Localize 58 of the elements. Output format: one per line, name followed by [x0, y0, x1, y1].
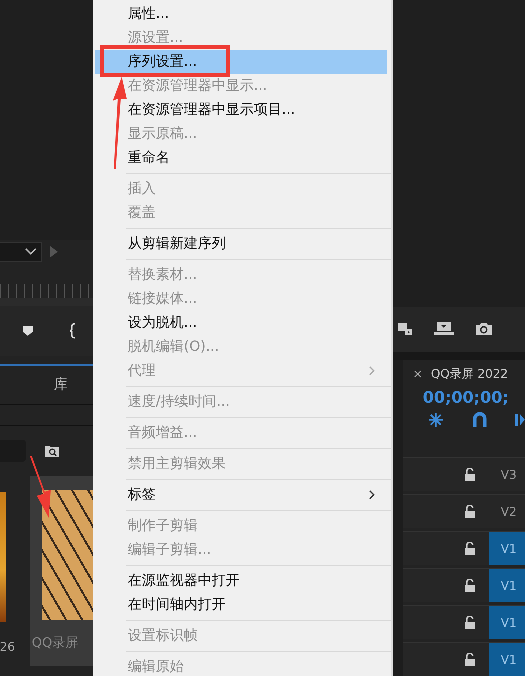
track-target[interactable]: V1 [489, 643, 525, 676]
dropdown[interactable] [0, 242, 42, 262]
menu-item[interactable]: 标签 [93, 483, 391, 507]
clip-tile[interactable]: QQ录屏 [30, 476, 93, 666]
menu-item[interactable]: 在源监视器中打开 [93, 569, 391, 593]
track-target[interactable]: V1 [489, 532, 525, 565]
menu-item[interactable]: 代理 [93, 359, 391, 383]
folder-search-icon[interactable] [44, 444, 60, 458]
menu-item[interactable]: 在资源管理器中显示项目... [93, 98, 391, 122]
lock-open-icon[interactable] [465, 505, 475, 518]
menu-item[interactable]: 序列设置... [95, 50, 387, 74]
lock-open-icon[interactable] [465, 653, 475, 666]
track-target[interactable]: V1 [489, 569, 525, 602]
arrow-icon [113, 77, 127, 169]
marker-icon[interactable] [22, 325, 34, 337]
menu-item[interactable]: 在资源管理器中显示... [93, 74, 391, 98]
linked-selection-icon[interactable] [515, 412, 525, 428]
menu-item[interactable]: 源设置... [93, 26, 391, 50]
menu-item[interactable]: 编辑子剪辑... [93, 538, 391, 562]
menu-item[interactable]: 链接媒体... [93, 287, 391, 311]
menu-item[interactable]: 设为脱机... [93, 311, 391, 335]
menu-item[interactable]: 重命名 [93, 146, 391, 170]
menu-item[interactable]: 在时间轴内打开 [93, 593, 391, 617]
lock-open-icon[interactable] [465, 616, 475, 629]
photo-placeholder[interactable] [0, 492, 6, 622]
menu-item[interactable]: 插入 [93, 177, 391, 201]
close-icon[interactable]: × [413, 367, 424, 381]
lock-open-icon[interactable] [465, 542, 475, 555]
menu-item[interactable]: 属性... [93, 2, 391, 26]
brace-icon[interactable] [70, 323, 76, 339]
sequence-tab[interactable]: QQ录屏 2022 [431, 366, 508, 382]
menu-item[interactable]: 从剪辑新建序列 [93, 232, 391, 256]
track-target[interactable]: V1 [489, 606, 525, 639]
magnet-icon[interactable] [473, 412, 487, 428]
export-frame-icon[interactable] [397, 322, 413, 336]
camera-icon[interactable] [475, 322, 493, 336]
menu-item[interactable]: 替换素材... [93, 263, 391, 287]
menu-item[interactable]: 脱机编辑(O)... [93, 335, 391, 359]
menu-item[interactable]: 禁用主剪辑效果 [93, 452, 391, 476]
arrow-icon [30, 456, 52, 518]
monitor-icon[interactable] [433, 322, 455, 336]
library-tab[interactable]: 库 [54, 376, 68, 394]
snap-icon[interactable] [427, 412, 445, 428]
clip-caption: QQ录屏 [32, 635, 80, 652]
clip-caption: 26 [0, 640, 16, 654]
menu-item[interactable]: 显示原稿... [93, 122, 391, 146]
chevron-down-icon [25, 248, 37, 256]
timecode[interactable]: 00;00;00; [403, 388, 525, 407]
track-target[interactable]: V2 [489, 495, 525, 528]
menu-item[interactable]: 编辑原始 [93, 655, 391, 676]
menu-item[interactable]: 速度/持续时间... [93, 390, 391, 414]
lock-open-icon[interactable] [465, 579, 475, 592]
lock-open-icon[interactable] [465, 468, 475, 481]
menu-item[interactable]: 制作子剪辑 [93, 514, 391, 538]
track-target[interactable]: V3 [489, 458, 525, 491]
menu-item[interactable]: 音频增益... [93, 421, 391, 445]
menu-item[interactable]: 覆盖 [93, 201, 391, 225]
menu-item[interactable]: 设置标识帧 [93, 624, 391, 648]
